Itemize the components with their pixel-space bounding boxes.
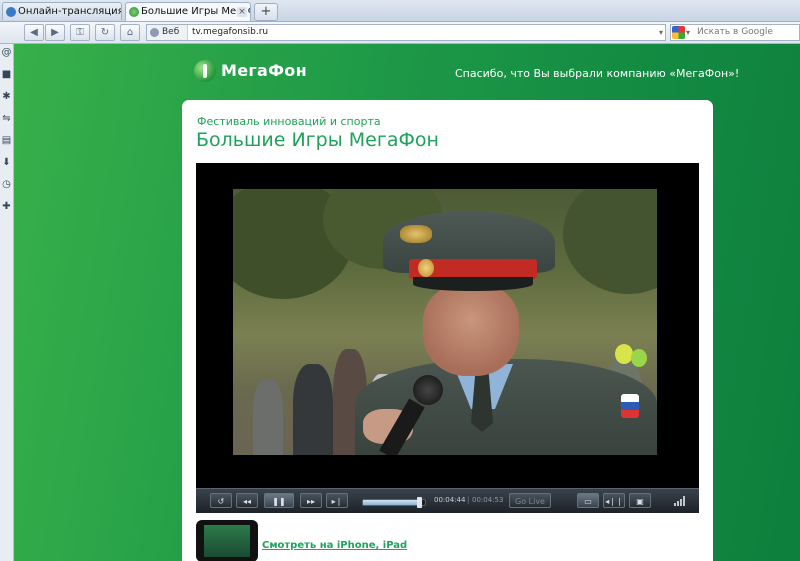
add-panel-icon[interactable]: ✚ (1, 201, 12, 212)
page-subtitle: Фестиваль инноваций и спорта (197, 115, 381, 128)
logo-text: МегаФон (221, 61, 307, 80)
volume-icon[interactable]: ◂❘❘ (603, 493, 625, 508)
back-button[interactable]: ◀ (24, 24, 44, 41)
tab-online-broadcast[interactable]: Онлайн-трансляция ... (2, 2, 122, 20)
search-field[interactable]: ▾ Искать в Google (670, 24, 800, 41)
close-tab-icon[interactable]: × (237, 7, 247, 17)
bookmarks-icon[interactable]: ■ (1, 69, 12, 80)
watch-on-iphone-link[interactable]: Смотреть на iPhone, iPad (262, 540, 407, 551)
current-time: 00:04:44 (434, 496, 466, 504)
captions-icon[interactable]: ▭ (577, 493, 599, 508)
site-label-text: Веб (162, 27, 180, 37)
officer-face (423, 284, 519, 376)
player-controls: ↺ ◂◂ ❚❚ ▸▸ ▸❘ 00:04:44 | 00:04:53 Go Liv… (196, 488, 699, 513)
notes-icon[interactable]: ▤ (1, 135, 12, 146)
new-tab-button[interactable]: + (254, 3, 278, 21)
iphone-thumbnail[interactable] (196, 520, 258, 561)
downloads-icon[interactable]: ⬇ (1, 157, 12, 168)
reload-button[interactable]: ↻ (95, 24, 115, 41)
forward-button[interactable]: ▶ (45, 24, 65, 41)
megafon-globe-icon (129, 7, 139, 17)
content-panel: Фестиваль инноваций и спорта Большие Игр… (182, 100, 713, 561)
microphone-icon (413, 375, 443, 405)
site-info-button[interactable]: Веб (147, 25, 188, 40)
home-button[interactable]: ⌂ (120, 24, 140, 41)
pause-button[interactable]: ❚❚ (264, 493, 294, 508)
video-player[interactable]: ↺ ◂◂ ❚❚ ▸▸ ▸❘ 00:04:44 | 00:04:53 Go Liv… (196, 163, 699, 513)
navigation-toolbar: ◀ ▶ ⚿ ↻ ⌂ Веб tv.megafonsib.ru ▾ ▾ Искат… (0, 22, 800, 44)
signal-quality-icon (674, 496, 686, 506)
crowd-person (253, 379, 283, 455)
duration: 00:04:53 (472, 496, 504, 504)
history-icon[interactable]: ◷ (1, 179, 12, 190)
megafon-logo-icon (194, 60, 216, 82)
mail-icon[interactable]: @ (1, 47, 12, 58)
video-frame[interactable] (233, 189, 657, 455)
widgets-icon[interactable]: ✱ (1, 91, 12, 102)
fullscreen-icon[interactable]: ▣ (629, 493, 651, 508)
transfers-icon[interactable]: ⇋ (1, 113, 12, 124)
url-text: tv.megafonsib.ru (192, 27, 269, 37)
seek-bar-fill (363, 500, 419, 505)
tree-foliage (563, 189, 657, 294)
rewind-button[interactable]: ◂◂ (236, 493, 258, 508)
cap-emblem (400, 225, 432, 243)
web-page: МегаФон Спасибо, что Вы выбрали компанию… (14, 44, 800, 561)
flag-patch (621, 394, 639, 418)
seek-bar[interactable] (362, 497, 426, 508)
google-icon[interactable] (672, 26, 685, 39)
iphone-screen (204, 525, 250, 557)
crowd-person (293, 364, 333, 455)
address-field[interactable]: Веб tv.megafonsib.ru ▾ (146, 24, 666, 41)
chevron-down-icon[interactable]: ▾ (686, 25, 690, 40)
search-placeholder: Искать в Google (697, 27, 773, 37)
page-title: Большие Игры МегаФон (196, 129, 439, 151)
next-button[interactable]: ▸❘ (326, 493, 348, 508)
cap-visor (413, 277, 533, 291)
seek-bar-handle[interactable] (416, 497, 422, 508)
go-live-button[interactable]: Go Live (509, 493, 551, 508)
tab-megafon-games[interactable]: Большие Игры МегаФ... × (125, 2, 251, 21)
chevron-down-icon[interactable]: ▾ (659, 25, 663, 40)
tab-label: Большие Игры МегаФ... (141, 6, 250, 17)
tagline: Спасибо, что Вы выбрали компанию «МегаФо… (455, 67, 740, 80)
side-panel: @ ■ ✱ ⇋ ▤ ⬇ ◷ ✚ (0, 44, 14, 561)
globe-icon (150, 28, 159, 37)
chat-bubble-icon (6, 7, 16, 17)
cap-badge (418, 259, 434, 277)
fast-forward-button[interactable]: ▸▸ (300, 493, 322, 508)
key-icon[interactable]: ⚿ (70, 24, 90, 41)
balloon (615, 344, 633, 364)
balloon (631, 349, 647, 367)
replay-button[interactable]: ↺ (210, 493, 232, 508)
tab-bar: Онлайн-трансляция ... Большие Игры МегаФ… (0, 0, 800, 22)
tab-label: Онлайн-трансляция ... (18, 6, 122, 17)
